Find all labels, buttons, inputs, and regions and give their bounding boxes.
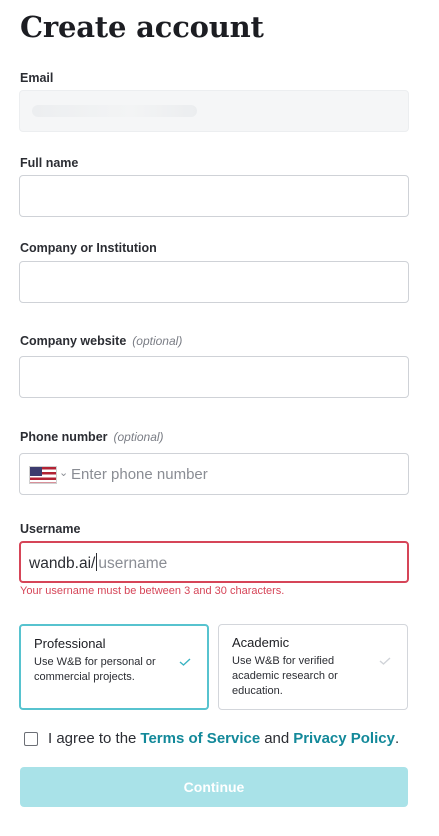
website-optional-tag: (optional) bbox=[132, 334, 183, 348]
company-label: Company or Institution bbox=[20, 241, 157, 255]
check-icon bbox=[379, 657, 391, 665]
phone-optional-tag: (optional) bbox=[113, 430, 164, 444]
agree-prefix: I agree to the bbox=[48, 730, 137, 747]
continue-button[interactable]: Continue bbox=[20, 767, 408, 807]
username-placeholder: username bbox=[98, 555, 168, 572]
full-name-label: Full name bbox=[20, 156, 79, 170]
website-label-text: Company website bbox=[20, 334, 127, 348]
plan-description: Use W&B for verified academic research o… bbox=[232, 655, 338, 697]
chevron-down-icon[interactable]: ⌄ bbox=[59, 466, 68, 479]
email-value-redacted bbox=[32, 105, 197, 117]
website-label: Company website (optional) bbox=[20, 334, 182, 348]
username-prefix: wandb.ai/ bbox=[29, 555, 96, 572]
us-flag-icon[interactable] bbox=[29, 466, 57, 484]
agree-checkbox[interactable] bbox=[24, 731, 38, 746]
phone-field[interactable]: ⌄ Enter phone number bbox=[19, 453, 409, 495]
plan-card-professional[interactable]: Professional Use W&B for personal or com… bbox=[19, 624, 209, 710]
company-field[interactable] bbox=[19, 261, 409, 303]
website-field[interactable] bbox=[19, 356, 409, 398]
username-label: Username bbox=[20, 522, 81, 536]
terms-link[interactable]: Terms of Service bbox=[140, 730, 260, 747]
agree-suffix: . bbox=[394, 730, 400, 747]
plan-description: Use W&B for personal or commercial proje… bbox=[34, 656, 156, 683]
plan-title: Professional bbox=[34, 636, 106, 651]
full-name-field[interactable] bbox=[19, 175, 409, 217]
page-title: Create account bbox=[20, 10, 264, 44]
privacy-link[interactable]: Privacy Policy bbox=[293, 730, 395, 747]
plan-card-academic[interactable]: Academic Use W&B for verified academic r… bbox=[218, 624, 408, 710]
phone-label-text: Phone number bbox=[20, 430, 108, 444]
email-label: Email bbox=[20, 71, 54, 85]
username-input-text: wandb.ai/username bbox=[29, 553, 167, 573]
username-field[interactable]: wandb.ai/username bbox=[19, 541, 409, 583]
email-field bbox=[19, 90, 409, 132]
agree-and: and bbox=[264, 730, 290, 747]
phone-input-placeholder: Enter phone number bbox=[71, 466, 208, 483]
plan-title: Academic bbox=[232, 635, 290, 650]
check-icon bbox=[179, 658, 191, 666]
phone-label: Phone number (optional) bbox=[20, 430, 164, 444]
agreement-row: I agree to the Terms of Service and Priv… bbox=[24, 730, 399, 747]
username-error: Your username must be between 3 and 30 c… bbox=[20, 585, 285, 597]
